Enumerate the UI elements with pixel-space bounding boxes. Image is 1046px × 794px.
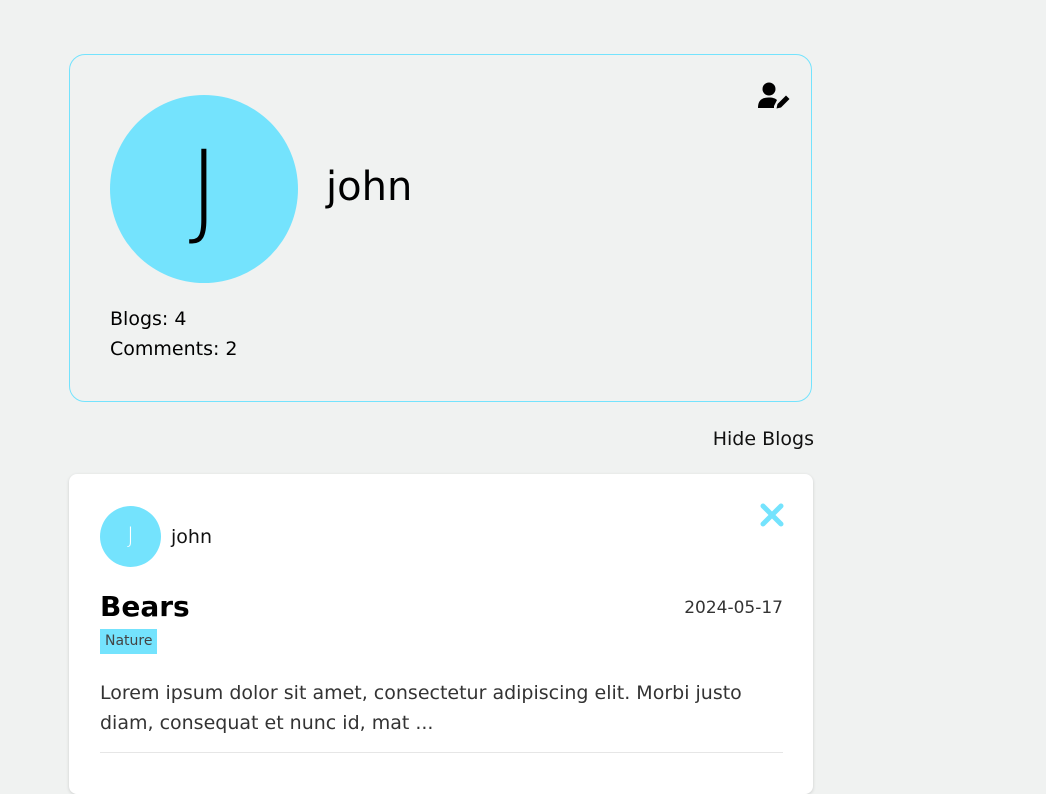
blogs-stat: Blogs: 4 (110, 308, 186, 330)
blog-date: 2024-05-17 (684, 598, 783, 618)
user-edit-icon (758, 82, 790, 109)
divider (100, 752, 783, 753)
author-name[interactable]: john (171, 526, 212, 548)
blogs-stat-label: Blogs: (110, 308, 169, 330)
author-avatar: J (100, 506, 161, 567)
blog-title[interactable]: Bears (100, 590, 190, 624)
profile-avatar: J (110, 95, 298, 283)
comments-stat: Comments: 2 (110, 338, 237, 360)
close-icon (760, 503, 784, 527)
blog-card[interactable]: J john Bears 2024-05-17 Nature Lorem ips… (69, 474, 813, 794)
profile-name: john (326, 164, 413, 210)
blogs-stat-count: 4 (174, 308, 187, 330)
delete-blog-button[interactable] (759, 502, 785, 528)
blog-excerpt: Lorem ipsum dolor sit amet, consectetur … (100, 682, 742, 734)
comments-stat-label: Comments: (110, 338, 220, 360)
comments-stat-count: 2 (225, 338, 238, 360)
hide-blogs-button[interactable]: Hide Blogs (713, 428, 814, 450)
edit-profile-button[interactable] (758, 82, 790, 110)
blog-tag[interactable]: Nature (100, 629, 158, 655)
profile-card: J john Blogs: 4 Comments: 2 (69, 54, 812, 402)
